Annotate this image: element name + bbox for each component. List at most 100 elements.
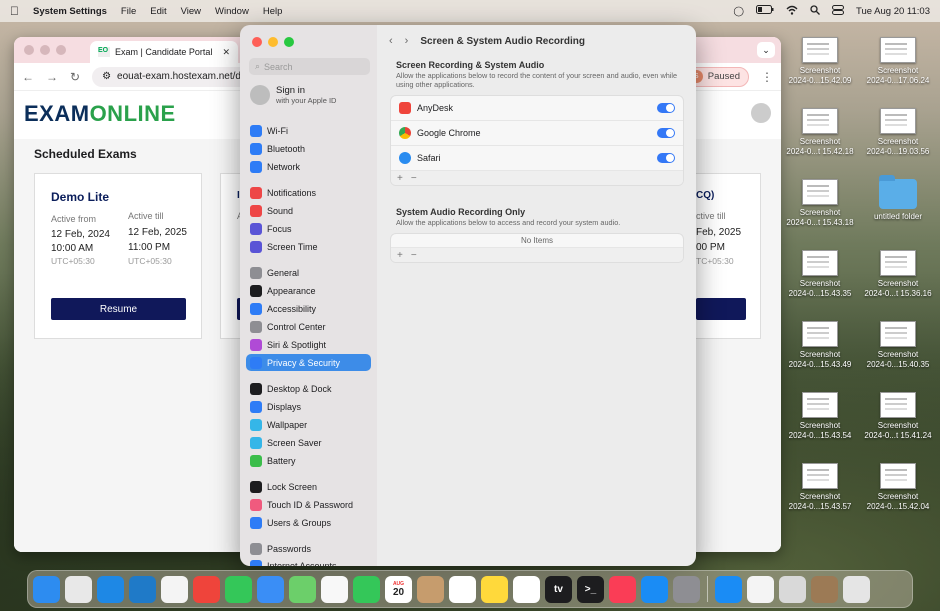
site-info-icon[interactable]: ⚙ xyxy=(102,71,111,82)
settings-close-button[interactable] xyxy=(252,37,262,47)
sidebar-item-users-groups[interactable]: Users & Groups xyxy=(246,514,371,531)
desktop-screenshot-file[interactable]: Screenshot 2024-0...t 15.43.18 xyxy=(780,179,860,228)
resume-button[interactable]: Resume xyxy=(51,298,186,320)
sidebar-item-control-center[interactable]: Control Center xyxy=(246,318,371,335)
sidebar-item-general[interactable]: General xyxy=(246,264,371,281)
anydesk-toggle[interactable] xyxy=(657,103,675,113)
desktop-screenshot-file[interactable]: Screenshot 2024-0...17.06.24 xyxy=(858,37,938,86)
menu-file[interactable]: File xyxy=(121,6,136,17)
reload-icon[interactable]: ↻ xyxy=(70,70,80,84)
add-app-button[interactable]: + xyxy=(397,173,403,184)
back-chevron-icon[interactable]: ‹ xyxy=(389,35,393,47)
desktop-screenshot-file[interactable]: Screenshot 2024-0...t 15.41.24 xyxy=(858,392,938,441)
sidebar-item-siri-spotlight[interactable]: Siri & Spotlight xyxy=(246,336,371,353)
sidebar-item-network[interactable]: Network xyxy=(246,158,371,175)
menu-view[interactable]: View xyxy=(181,6,201,17)
desktop-screenshot-file[interactable]: Screenshot 2024-0...15.43.54 xyxy=(780,392,860,441)
sidebar-item-sound[interactable]: Sound xyxy=(246,202,371,219)
finder-icon[interactable] xyxy=(33,575,60,603)
sidebar-item-accessibility[interactable]: Accessibility xyxy=(246,300,371,317)
photo-thumb-icon[interactable] xyxy=(811,575,838,603)
facetime-icon[interactable] xyxy=(353,575,380,603)
apple-id-sign-in[interactable]: Sign in with your Apple ID xyxy=(250,85,336,105)
app-store-icon[interactable] xyxy=(641,575,668,603)
remove-app-button[interactable]: − xyxy=(411,173,417,184)
trash-icon[interactable] xyxy=(843,575,870,603)
tab-close-icon[interactable]: ✕ xyxy=(222,47,230,58)
forward-chevron-icon[interactable]: › xyxy=(405,35,409,47)
desktop-screenshot-file[interactable]: Screenshot 2024-0...t 15.42.18 xyxy=(780,108,860,157)
settings-search-field[interactable]: ⌕ Search xyxy=(249,58,370,75)
menu-window[interactable]: Window xyxy=(215,6,249,17)
browser-minimize-button[interactable] xyxy=(40,45,50,55)
system-settings-icon[interactable] xyxy=(673,575,700,603)
desktop-screenshot-file[interactable]: Screenshot 2024-0...15.43.35 xyxy=(780,250,860,299)
sidebar-item-lock-screen[interactable]: Lock Screen xyxy=(246,478,371,495)
sidebar-item-wi-fi[interactable]: Wi-Fi xyxy=(246,122,371,139)
chrome-toggle[interactable] xyxy=(657,128,675,138)
desktop-screenshot-file[interactable]: Screenshot 2024-0...15.42.04 xyxy=(858,463,938,512)
photos-icon[interactable] xyxy=(321,575,348,603)
sidebar-item-notifications[interactable]: Notifications xyxy=(246,184,371,201)
sidebar-item-screen-saver[interactable]: Screen Saver xyxy=(246,434,371,451)
sidebar-item-touch-id-password[interactable]: Touch ID & Password xyxy=(246,496,371,513)
menu-app-name[interactable]: System Settings xyxy=(33,6,107,17)
desktop-screenshot-file[interactable]: Screenshot 2024-0...15.43.57 xyxy=(780,463,860,512)
safari-toggle[interactable] xyxy=(657,153,675,163)
contacts-icon[interactable] xyxy=(417,575,444,603)
launchpad-icon[interactable] xyxy=(65,575,92,603)
terminal-icon[interactable]: >_ xyxy=(577,575,604,603)
menubar-clock[interactable]: Tue Aug 20 11:03 xyxy=(856,6,930,17)
wifi-status-icon[interactable] xyxy=(786,5,798,18)
desktop-screenshot-file[interactable]: Screenshot 2024-0...15.43.49 xyxy=(780,321,860,370)
chrome-icon[interactable] xyxy=(161,575,188,603)
sidebar-item-battery[interactable]: Battery xyxy=(246,452,371,469)
sidebar-item-appearance[interactable]: Appearance xyxy=(246,282,371,299)
forward-arrow-icon[interactable]: → xyxy=(46,70,58,84)
audio-add-button[interactable]: + xyxy=(397,250,403,261)
desktop-folder[interactable]: untitled folder xyxy=(858,175,938,222)
desktop-screenshot-file[interactable]: Screenshot 2024-0...15.42.09 xyxy=(780,37,860,86)
textedit-icon[interactable] xyxy=(747,575,774,603)
menu-help[interactable]: Help xyxy=(263,6,283,17)
back-arrow-icon[interactable]: ← xyxy=(22,70,34,84)
sidebar-item-desktop-dock[interactable]: Desktop & Dock xyxy=(246,380,371,397)
messages-icon[interactable] xyxy=(225,575,252,603)
location-icon[interactable] xyxy=(715,575,742,603)
sidebar-item-wallpaper[interactable]: Wallpaper xyxy=(246,416,371,433)
control-center-status-icon[interactable] xyxy=(832,4,845,18)
freeform-icon[interactable] xyxy=(513,575,540,603)
desktop-screenshot-file[interactable]: Screenshot 2024-0...19.03.56 xyxy=(858,108,938,157)
sidebar-item-passwords[interactable]: Passwords xyxy=(246,540,371,557)
music-icon[interactable] xyxy=(609,575,636,603)
sidebar-item-focus[interactable]: Focus xyxy=(246,220,371,237)
anydesk-icon[interactable] xyxy=(193,575,220,603)
safari-icon[interactable] xyxy=(97,575,124,603)
notes-icon[interactable] xyxy=(481,575,508,603)
mail-icon[interactable] xyxy=(257,575,284,603)
spotlight-icon[interactable] xyxy=(810,4,821,18)
sidebar-item-privacy-security[interactable]: Privacy & Security xyxy=(246,354,371,371)
exam-card-3-button[interactable] xyxy=(696,298,746,320)
calendar-icon[interactable]: AUG 20 xyxy=(385,575,412,603)
settings-minimize-button[interactable] xyxy=(268,37,278,47)
sidebar-item-displays[interactable]: Displays xyxy=(246,398,371,415)
maps-icon[interactable] xyxy=(289,575,316,603)
sidebar-item-internet-accounts[interactable]: Internet Accounts xyxy=(246,557,371,566)
sidebar-item-screen-time[interactable]: Screen Time xyxy=(246,238,371,255)
audio-remove-button[interactable]: − xyxy=(411,250,417,261)
apple-menu-icon[interactable]:  xyxy=(10,4,19,18)
browser-tab[interactable]: EO Exam | Candidate Portal ✕ xyxy=(90,41,238,63)
reminders-icon[interactable] xyxy=(449,575,476,603)
settings-zoom-button[interactable] xyxy=(284,37,294,47)
menu-edit[interactable]: Edit xyxy=(150,6,166,17)
tab-list-chevron-icon[interactable]: ⌄ xyxy=(757,42,775,58)
desktop-screenshot-file[interactable]: Screenshot 2024-0...15.40.35 xyxy=(858,321,938,370)
vscode-icon[interactable] xyxy=(129,575,156,603)
tv-icon[interactable]: tv xyxy=(545,575,572,603)
user-avatar[interactable] xyxy=(751,103,771,123)
browser-menu-icon[interactable]: ⋮ xyxy=(761,70,773,84)
desktop-screenshot-file[interactable]: Screenshot 2024-0...t 15.36.16 xyxy=(858,250,938,299)
browser-close-button[interactable] xyxy=(24,45,34,55)
battery-status-icon[interactable] xyxy=(756,5,774,17)
